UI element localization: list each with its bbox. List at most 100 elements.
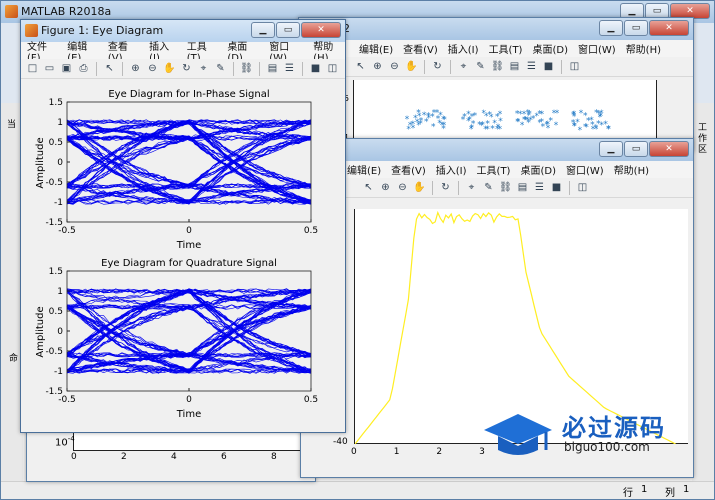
figure-2-menubar: 编辑(E) 查看(V) 插入(I) 工具(T) 桌面(D) 窗口(W) 帮助(H) <box>299 40 693 57</box>
command-window-tab[interactable]: 命 <box>9 351 18 364</box>
figure-3-titlebar[interactable]: ▁ ▭ ✕ <box>301 139 693 161</box>
fig3-minimize-button[interactable]: ▁ <box>599 141 623 157</box>
menu-item[interactable]: 编辑(E) <box>347 162 381 177</box>
x-tick-label: 0 <box>186 226 192 236</box>
fig1-minimize-button[interactable]: ▁ <box>251 22 275 38</box>
zoom-in-icon[interactable]: ⊕ <box>128 61 143 76</box>
y-tick-label: 0.5 <box>49 138 63 148</box>
menu-item[interactable]: 插入(I) <box>436 162 467 177</box>
eye-trace <box>66 305 312 358</box>
y-tick-label: -1.5 <box>45 387 63 397</box>
figure-1-toolbar: □ ▭ ▣ ⎙ ↖ ⊕ ⊖ ✋ ↻ ⌖ ✎ ⛓ ▤ ☰ ■ ◫ <box>21 59 345 79</box>
dock-icon[interactable]: ◫ <box>567 59 582 74</box>
scatter-point: * <box>495 125 500 135</box>
zoom-in-icon[interactable]: ⊕ <box>378 180 393 195</box>
workspace-tab[interactable]: 工作区 <box>698 123 708 156</box>
legend-icon[interactable]: ☰ <box>282 61 297 76</box>
x-tick-label: 0 <box>351 447 357 457</box>
figure-3-menubar: 编辑(E) 查看(V) 插入(I) 工具(T) 桌面(D) 窗口(W) 帮助(H) <box>301 161 693 178</box>
eye-diagram-figure: Eye Diagram for In-Phase Signal Time Amp… <box>35 89 318 420</box>
menu-item[interactable]: 查看(V) <box>391 162 426 177</box>
current-folder-tab[interactable]: 当 <box>7 117 16 130</box>
zoom-out-icon[interactable]: ⊖ <box>387 59 402 74</box>
fig2-close-button[interactable]: ✕ <box>649 20 689 36</box>
figure-1-window[interactable]: Figure 1: Eye Diagram ▁ ▭ ✕ 文件(F) 编辑(E) 查看… <box>20 19 346 433</box>
pan-icon[interactable]: ✋ <box>412 180 427 195</box>
data-cursor-icon[interactable]: ⌖ <box>464 180 479 195</box>
open-folder-icon[interactable]: ▭ <box>42 61 57 76</box>
x-tick-label: 1 <box>393 447 400 457</box>
eye-plot-1: -0.5 0 0.51.510.50-0.5-1-1.5 <box>45 98 318 236</box>
menu-item[interactable]: 桌面(D) <box>532 41 568 56</box>
figure-2-titlebar[interactable]: 2 ▁ ▭ ✕ <box>299 18 693 40</box>
scatter-point: * <box>405 115 410 125</box>
link-icon[interactable]: ⛓ <box>490 59 505 74</box>
y-tick-label: -40 <box>333 437 348 447</box>
legend-icon[interactable]: ☰ <box>532 180 547 195</box>
colorbar-icon[interactable]: ▤ <box>265 61 280 76</box>
data-cursor-icon[interactable]: ⌖ <box>196 61 211 76</box>
scatter-point: * <box>479 121 484 131</box>
hide-icon[interactable]: ■ <box>541 59 556 74</box>
menu-item[interactable]: 窗口(W) <box>566 162 604 177</box>
fig2-maximize-button[interactable]: ▭ <box>624 20 648 36</box>
fig1-close-button[interactable]: ✕ <box>301 22 341 38</box>
eye-plot-1-title: Eye Diagram for In-Phase Signal <box>108 89 269 100</box>
brush-icon[interactable]: ✎ <box>481 180 496 195</box>
workspace-panel: 工作区 <box>692 103 714 483</box>
menu-item[interactable]: 插入(I) <box>448 41 479 56</box>
link-icon[interactable]: ⛓ <box>498 180 513 195</box>
pointer-icon[interactable]: ↖ <box>361 180 376 195</box>
menu-item[interactable]: 查看(V) <box>403 41 438 56</box>
colorbar-icon[interactable]: ▤ <box>507 59 522 74</box>
eye-trace <box>66 135 312 189</box>
dock-icon[interactable]: ◫ <box>325 61 340 76</box>
y-tick-label: 1 <box>57 287 63 297</box>
zoom-out-icon[interactable]: ⊖ <box>395 180 410 195</box>
menu-item[interactable]: 工具(T) <box>477 162 511 177</box>
zoom-out-icon[interactable]: ⊖ <box>145 61 160 76</box>
status-row-value: 1 <box>641 484 648 495</box>
fig3-maximize-button[interactable]: ▭ <box>624 141 648 157</box>
scatter-point: * <box>541 122 546 132</box>
rotate-icon[interactable]: ↻ <box>430 59 445 74</box>
legend-icon[interactable]: ☰ <box>524 59 539 74</box>
zoom-in-icon[interactable]: ⊕ <box>370 59 385 74</box>
fig1-maximize-button[interactable]: ▭ <box>276 22 300 38</box>
print-icon[interactable]: ⎙ <box>76 61 91 76</box>
pointer-icon[interactable]: ↖ <box>353 59 368 74</box>
fig2-minimize-button[interactable]: ▁ <box>599 20 623 36</box>
rotate-icon[interactable]: ↻ <box>179 61 194 76</box>
brush-icon[interactable]: ✎ <box>473 59 488 74</box>
new-file-icon[interactable]: □ <box>25 61 40 76</box>
menu-item[interactable]: 窗口(W) <box>578 41 616 56</box>
menu-item[interactable]: 工具(T) <box>489 41 523 56</box>
figure-2-window[interactable]: 2 ▁ ▭ ✕ 编辑(E) 查看(V) 插入(I) 工具(T) 桌面(D) 窗口(W) 帮助… <box>298 17 694 152</box>
pointer-icon[interactable]: ↖ <box>102 61 117 76</box>
hide-icon[interactable]: ■ <box>308 61 323 76</box>
hide-icon[interactable]: ■ <box>549 180 564 195</box>
data-cursor-icon[interactable]: ⌖ <box>456 59 471 74</box>
eye-plot-1-xlabel: Time <box>176 240 201 251</box>
menu-item[interactable]: 帮助(H) <box>626 41 661 56</box>
save-icon[interactable]: ▣ <box>59 61 74 76</box>
menu-item[interactable]: 桌面(D) <box>520 162 556 177</box>
scatter-point: * <box>554 121 559 131</box>
pan-icon[interactable]: ✋ <box>162 61 177 76</box>
eye-plot-2-title: Eye Diagram for Quadrature Signal <box>101 258 277 269</box>
colorbar-icon[interactable]: ▤ <box>515 180 530 195</box>
pan-icon[interactable]: ✋ <box>404 59 419 74</box>
dock-icon[interactable]: ◫ <box>575 180 590 195</box>
y-tick-label: 1.5 <box>49 267 63 277</box>
link-icon[interactable]: ⛓ <box>239 61 254 76</box>
scatter-point: * <box>598 113 603 123</box>
menu-item[interactable]: 编辑(E) <box>359 41 393 56</box>
menu-item[interactable]: 帮助(H) <box>614 162 649 177</box>
brush-icon[interactable]: ✎ <box>213 61 228 76</box>
matlab-logo-icon <box>5 5 18 18</box>
fig3-close-button[interactable]: ✕ <box>649 141 689 157</box>
rotate-icon[interactable]: ↻ <box>438 180 453 195</box>
y-tick-label: -1.5 <box>45 218 63 228</box>
y-tick-label: -1 <box>54 367 63 377</box>
x-tick-label: 0.5 <box>304 395 318 405</box>
